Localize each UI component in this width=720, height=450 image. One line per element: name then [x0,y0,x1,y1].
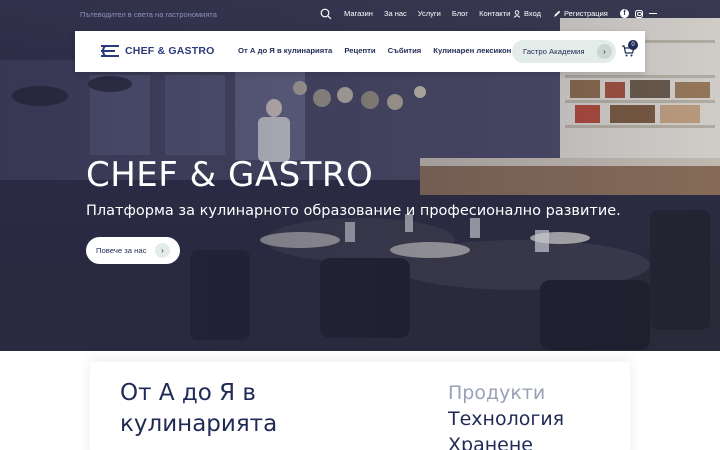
logo-text: CHEF & GASTRO [125,45,215,57]
section-heading-line2: кулинарията [120,411,278,437]
social-links: f [620,9,657,18]
category-products[interactable]: Продукти [448,380,564,406]
nav-item-a-to-z[interactable]: От А до Я в кулинарията [238,46,332,55]
category-technology[interactable]: Технология [448,406,564,432]
nav-item-lexicon[interactable]: Кулинарен лексикон [433,46,511,55]
login-link[interactable]: Вход [513,9,541,18]
top-nav-services[interactable]: Услуги [418,9,441,18]
user-icon [513,9,521,18]
a-to-z-section: От А до Я в кулинарията Продукти Техноло… [90,362,630,450]
main-navbar: CHEF & GASTRO От А до Я в кулинарията Ре… [75,31,645,72]
top-nav-shop[interactable]: Магазин [344,9,373,18]
academy-label: Гастро Академия [523,47,585,56]
hero-title: CHEF & GASTRO [86,155,374,195]
category-list: Продукти Технология Хранене [448,380,564,450]
nav-item-recipes[interactable]: Рецепти [344,46,375,55]
chevron-right-icon: › [155,243,170,258]
register-link[interactable]: Регистрация [553,9,608,18]
facebook-icon[interactable]: f [620,9,629,18]
login-label: Вход [524,9,541,18]
main-nav: От А до Я в кулинарията Рецепти Събития … [238,46,523,55]
hero-subtitle: Платформа за кулинарното образование и п… [86,203,621,219]
cart-count-badge: 0 [628,40,638,50]
nav-item-events[interactable]: Събития [388,46,422,55]
more-about-us-button[interactable]: Повече за нас › [86,237,180,264]
top-nav-about[interactable]: За нас [384,9,407,18]
logo-mark-icon [101,45,119,57]
register-label: Регистрация [564,9,608,18]
gastro-academy-button[interactable]: Гастро Академия › [512,40,616,63]
section-heading: От А до Я в кулинарията [120,378,320,440]
top-bar: Пътеводител в света на гастрономията Маг… [0,0,720,30]
pen-icon [554,10,561,17]
site-tagline: Пътеводител в света на гастрономията [80,10,217,19]
top-nav-blog[interactable]: Блог [452,9,468,18]
section-heading-line1: От А до Я в [120,380,256,406]
divider [649,12,657,15]
top-nav: Магазин За нас Услуги Блог Контакти [344,9,521,18]
site-logo[interactable]: CHEF & GASTRO [99,44,215,58]
category-nutrition[interactable]: Хранене [448,432,564,450]
top-nav-contacts[interactable]: Контакти [479,9,510,18]
chevron-right-icon: › [597,44,612,59]
more-about-us-label: Повече за нас [96,246,147,255]
search-icon[interactable] [320,8,332,20]
instagram-icon[interactable] [635,9,643,18]
